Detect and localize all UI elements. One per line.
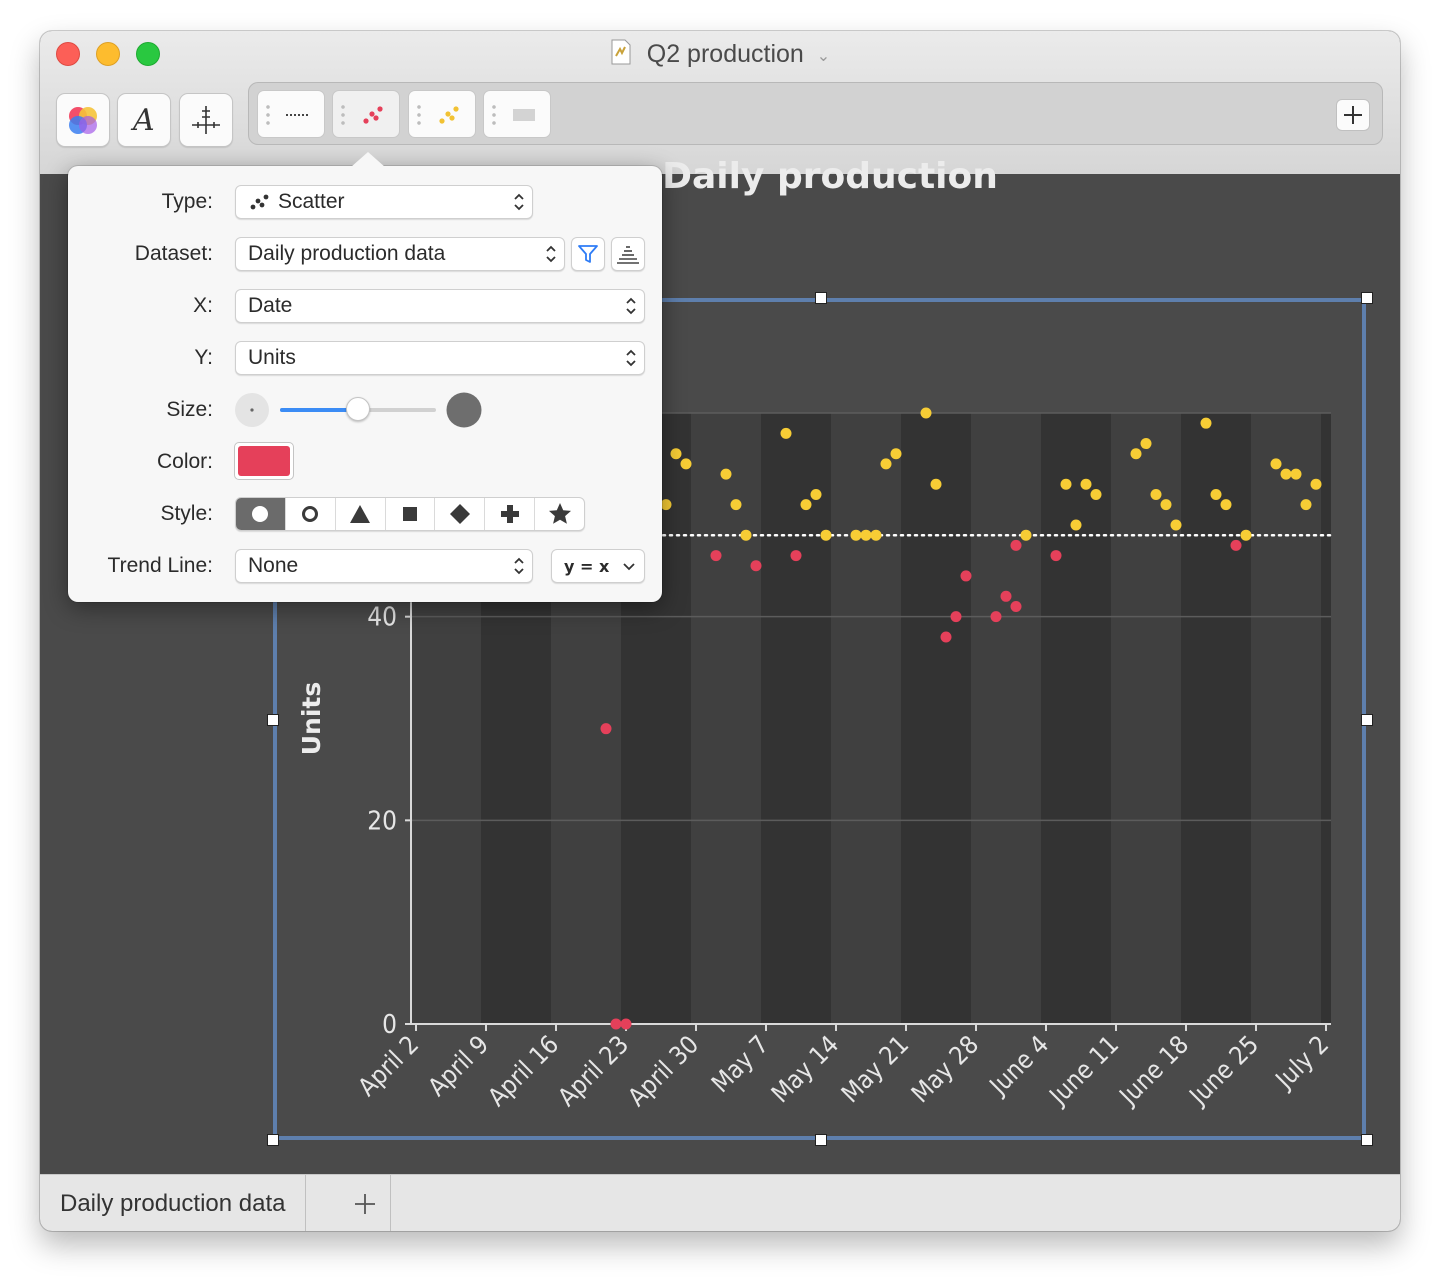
scatter-red-icon	[363, 106, 383, 124]
color-button[interactable]	[56, 93, 110, 147]
marker-style-control	[235, 497, 585, 531]
sheet-tab-bar: Daily production data	[40, 1174, 1400, 1231]
document-icon	[610, 39, 632, 72]
size-label: Size:	[166, 398, 213, 421]
style-star-option[interactable]	[535, 498, 584, 530]
filled-circle-icon	[252, 506, 269, 522]
svg-text:A: A	[130, 103, 155, 137]
style-ring-option[interactable]	[286, 498, 336, 530]
scatter-layer-red-chip[interactable]	[332, 90, 400, 138]
small-dot-icon	[235, 393, 269, 427]
drag-handle-icon[interactable]	[341, 103, 345, 127]
scatter-icon	[250, 194, 269, 210]
series-inspector-popover: Type: Scatter Dataset: Daily production …	[68, 152, 662, 602]
drag-handle-icon[interactable]	[266, 103, 270, 127]
color-label: Color:	[156, 450, 213, 473]
large-dot-icon	[446, 392, 482, 428]
layer-tray	[248, 82, 1383, 145]
triangle-icon	[350, 505, 371, 523]
ring-icon	[302, 506, 319, 522]
filter-funnel-icon	[578, 245, 598, 263]
axis-button[interactable]	[179, 93, 233, 147]
add-sheet-button[interactable]	[340, 1175, 391, 1231]
up-down-chevron-icon	[626, 297, 636, 315]
sheet-tab-label: Daily production data	[60, 1189, 286, 1217]
trend-line-value: None	[248, 554, 299, 577]
color-wheel-icon	[69, 107, 97, 134]
diamond-icon	[449, 504, 470, 524]
chevron-down-icon	[623, 563, 635, 571]
bar-rectangle-icon	[513, 109, 535, 121]
color-well[interactable]	[234, 442, 294, 480]
x-value: Date	[248, 294, 293, 317]
window-title[interactable]: Q2 production ⌄	[40, 39, 1400, 69]
plus-icon	[1344, 106, 1362, 124]
star-icon	[548, 503, 571, 524]
line-layer-chip[interactable]	[257, 90, 325, 138]
style-label: Style:	[160, 502, 213, 525]
style-square-option[interactable]	[386, 498, 436, 530]
trend-line-label: Trend Line:	[107, 554, 213, 577]
sort-lines-icon	[617, 246, 639, 264]
dataset-select[interactable]: Daily production data	[235, 237, 565, 271]
up-down-chevron-icon	[514, 557, 524, 575]
style-diamond-option[interactable]	[435, 498, 486, 530]
axis-crosshair-icon	[192, 106, 220, 134]
trend-line-select[interactable]: None	[235, 549, 533, 583]
scatter-yellow-icon	[439, 106, 459, 124]
chevron-down-icon[interactable]: ⌄	[817, 46, 830, 66]
bar-layer-chip[interactable]	[483, 90, 551, 138]
x-label: X:	[193, 294, 213, 317]
type-select[interactable]: Scatter	[235, 185, 533, 219]
type-value: Scatter	[278, 190, 345, 213]
drag-handle-icon[interactable]	[417, 103, 421, 127]
title-bar: Q2 production ⌄ A	[40, 31, 1400, 175]
y-value: Units	[248, 346, 296, 369]
window-title-text: Q2 production	[646, 40, 804, 69]
y-column-select[interactable]: Units	[235, 341, 645, 375]
sheet-tab[interactable]: Daily production data	[40, 1175, 307, 1231]
size-slider[interactable]	[280, 397, 436, 421]
plus-marker-icon	[500, 505, 519, 523]
size-slider-knob[interactable]	[346, 397, 370, 421]
scatter-layer-yellow-chip[interactable]	[408, 90, 476, 138]
dataset-value: Daily production data	[248, 242, 446, 265]
dotted-line-icon	[286, 114, 310, 116]
up-down-chevron-icon	[626, 349, 636, 367]
square-icon	[403, 507, 417, 521]
trend-equation-select[interactable]: y = x	[551, 549, 645, 583]
style-triangle-option[interactable]	[336, 498, 386, 530]
dataset-label: Dataset:	[134, 242, 213, 265]
plus-icon	[355, 1193, 375, 1214]
font-button[interactable]: A	[117, 93, 171, 147]
trend-equation-value: y = x	[564, 556, 610, 576]
sort-button[interactable]	[611, 237, 645, 271]
font-script-a-icon: A	[130, 103, 155, 137]
filter-button[interactable]	[571, 237, 605, 271]
popover-arrow	[351, 152, 385, 167]
add-layer-button[interactable]	[1336, 99, 1370, 131]
type-label: Type:	[161, 190, 213, 213]
x-column-select[interactable]: Date	[235, 289, 645, 323]
style-plus-option[interactable]	[485, 498, 536, 530]
up-down-chevron-icon	[514, 193, 524, 211]
drag-handle-icon[interactable]	[492, 103, 496, 127]
up-down-chevron-icon	[546, 245, 556, 263]
y-label: Y:	[194, 346, 213, 369]
color-well-fill	[238, 446, 290, 476]
style-circle-option[interactable]	[236, 498, 286, 530]
